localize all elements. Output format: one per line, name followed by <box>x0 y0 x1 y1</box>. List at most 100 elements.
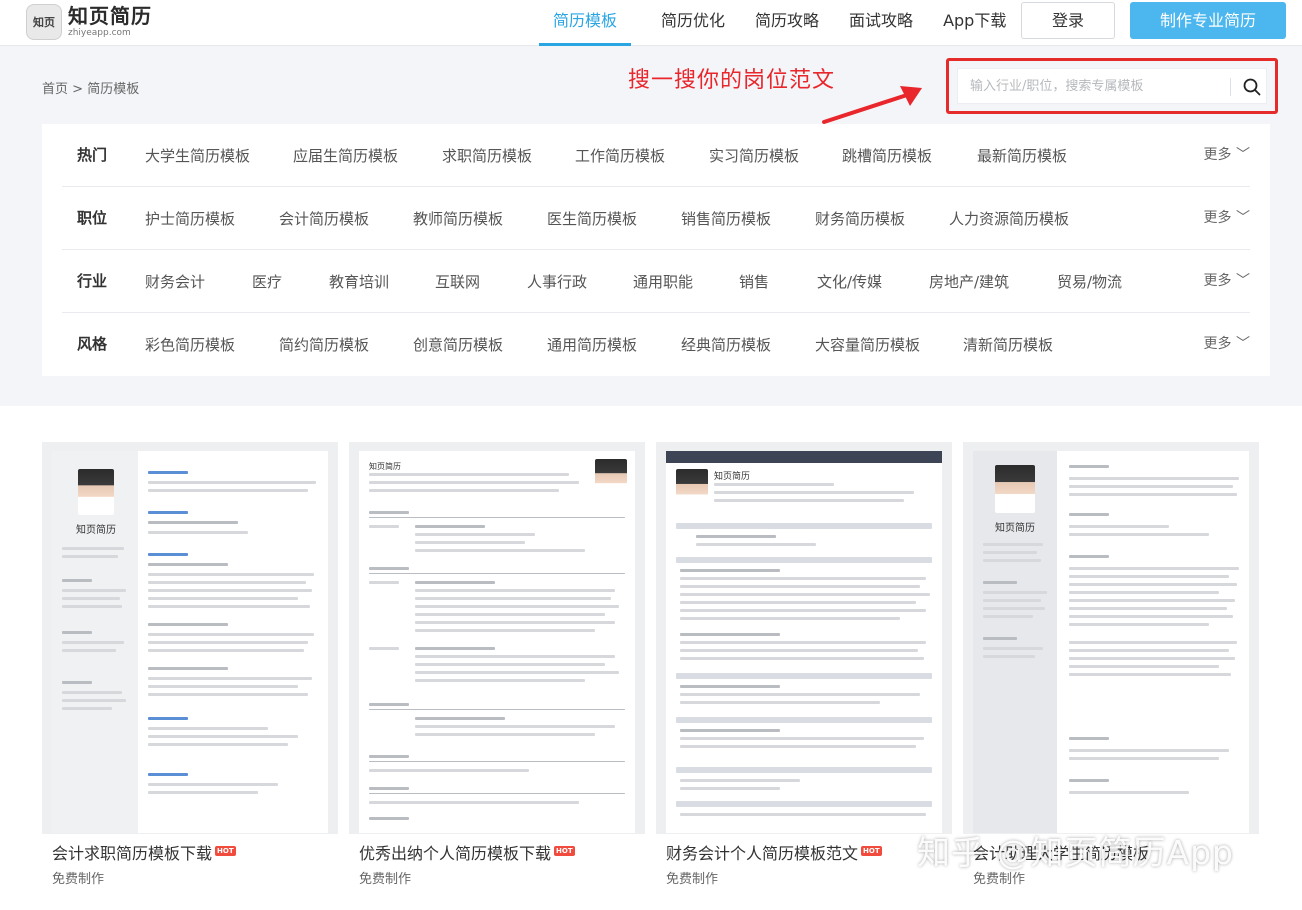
filter-option[interactable]: 教师简历模板 <box>413 208 503 229</box>
resume-name: 知页简历 <box>369 462 401 471</box>
resume-photo <box>595 459 627 499</box>
template-thumbnail[interactable]: 知页简历 <box>963 442 1259 834</box>
search-icon[interactable] <box>1240 75 1264 99</box>
filter-more-button[interactable]: 更多 ﹀ <box>1204 144 1250 164</box>
filter-option[interactable]: 最新简历模板 <box>977 145 1067 166</box>
template-card[interactable]: 知页简历 <box>656 442 952 902</box>
filter-option[interactable]: 清新简历模板 <box>963 334 1053 355</box>
filter-label: 行业 <box>77 272 108 290</box>
filter-option[interactable]: 销售简历模板 <box>681 208 771 229</box>
resume-preview: 知页简历 <box>359 451 635 833</box>
site-logo[interactable]: 知页 知页简历 zhiyeapp.com <box>26 4 152 40</box>
filter-option[interactable]: 财务简历模板 <box>815 208 905 229</box>
filter-label: 职位 <box>77 209 108 227</box>
main-nav: 简历模板 简历优化 简历攻略 面试攻略 App下载 <box>539 0 1036 46</box>
template-subtitle: 免费制作 <box>52 872 105 887</box>
breadcrumb: 首页 > 简历模板 <box>42 78 139 97</box>
more-label: 更多 <box>1203 273 1232 289</box>
filter-option[interactable]: 大学生简历模板 <box>145 145 250 166</box>
chevron-down-icon: ﹀ <box>1231 210 1250 226</box>
nav-resume-optimize[interactable]: 简历优化 <box>661 0 725 46</box>
filter-option[interactable]: 人力资源简历模板 <box>949 208 1069 229</box>
resume-photo <box>676 469 708 511</box>
filter-option[interactable]: 贸易/物流 <box>1057 271 1122 292</box>
filter-option[interactable]: 会计简历模板 <box>279 208 369 229</box>
make-resume-button[interactable]: 制作专业简历 <box>1130 2 1286 39</box>
template-card[interactable]: 知页简历 <box>349 442 645 902</box>
template-thumbnail[interactable]: 知页简历 <box>656 442 952 834</box>
search-bar <box>957 68 1267 104</box>
filter-option[interactable]: 互联网 <box>435 271 480 292</box>
filter-panel: 热门 大学生简历模板 应届生简历模板 求职简历模板 工作简历模板 实习简历模板 … <box>42 124 1270 376</box>
filter-option[interactable]: 医生简历模板 <box>547 208 637 229</box>
logo-mark: 知页 <box>26 4 62 40</box>
filter-option[interactable]: 财务会计 <box>145 271 205 292</box>
filter-option[interactable]: 彩色简历模板 <box>145 334 235 355</box>
template-title[interactable]: 会计求职简历模板下载 HOT <box>52 840 236 864</box>
template-thumbnail[interactable]: 知页简历 <box>42 442 338 834</box>
nav-resume-templates[interactable]: 简历模板 <box>539 0 632 46</box>
breadcrumb-separator: > <box>72 82 84 97</box>
filter-option[interactable]: 大容量简历模板 <box>815 334 920 355</box>
hot-badge: HOT <box>554 846 575 856</box>
filter-option[interactable]: 实习简历模板 <box>709 145 799 166</box>
filter-option[interactable]: 人事行政 <box>527 271 587 292</box>
filter-more-button[interactable]: 更多 ﹀ <box>1204 333 1250 353</box>
resume-name: 知页简历 <box>995 523 1035 534</box>
template-title-text: 财务会计个人简历模板范文 <box>666 844 859 863</box>
filter-label: 热门 <box>77 146 108 164</box>
filter-option[interactable]: 经典简历模板 <box>681 334 771 355</box>
template-title-text: 会计求职简历模板下载 <box>52 844 213 863</box>
template-card[interactable]: 知页简历 <box>42 442 338 902</box>
chevron-down-icon: ﹀ <box>1231 147 1250 163</box>
filter-option[interactable]: 通用职能 <box>633 271 693 292</box>
filter-more-button[interactable]: 更多 ﹀ <box>1204 207 1250 227</box>
nav-app-download[interactable]: App下载 <box>943 0 1006 46</box>
resume-preview: 知页简历 <box>52 451 328 833</box>
filter-option[interactable]: 求职简历模板 <box>442 145 532 166</box>
breadcrumb-current: 简历模板 <box>87 82 140 97</box>
chevron-down-icon: ﹀ <box>1231 273 1250 289</box>
template-title[interactable]: 财务会计个人简历模板范文 HOT <box>666 840 882 864</box>
filter-option[interactable]: 简约简历模板 <box>279 334 369 355</box>
template-subtitle: 免费制作 <box>666 872 719 887</box>
filter-option[interactable]: 文化/传媒 <box>817 271 882 292</box>
annotation-arrow-icon <box>822 86 922 124</box>
resume-photo <box>995 465 1035 513</box>
filter-row-position: 职位 护士简历模板 会计简历模板 教师简历模板 医生简历模板 销售简历模板 财务… <box>62 187 1250 250</box>
filter-more-button[interactable]: 更多 ﹀ <box>1204 270 1250 290</box>
filter-option[interactable]: 医疗 <box>252 271 282 292</box>
chevron-down-icon: ﹀ <box>1231 336 1250 352</box>
nav-interview-guide[interactable]: 面试攻略 <box>849 0 913 46</box>
more-label: 更多 <box>1203 210 1232 226</box>
filter-option[interactable]: 销售 <box>739 271 769 292</box>
filter-label: 风格 <box>77 335 108 353</box>
logo-domain: zhiyeapp.com <box>68 28 131 38</box>
filter-option[interactable]: 通用简历模板 <box>547 334 637 355</box>
top-header: 知页 知页简历 zhiyeapp.com 简历模板 简历优化 简历攻略 面试攻略… <box>0 0 1302 46</box>
login-button[interactable]: 登录 <box>1021 2 1115 39</box>
template-title[interactable]: 优秀出纳个人简历模板下载 HOT <box>359 840 575 864</box>
more-label: 更多 <box>1203 147 1232 163</box>
filter-option[interactable]: 工作简历模板 <box>575 145 665 166</box>
breadcrumb-home[interactable]: 首页 <box>42 82 68 97</box>
hot-badge: HOT <box>861 846 882 856</box>
filter-option[interactable]: 应届生简历模板 <box>293 145 398 166</box>
filter-option[interactable]: 教育培训 <box>329 271 389 292</box>
logo-text: 知页简历 zhiyeapp.com <box>68 5 152 39</box>
filter-row-style: 风格 彩色简历模板 简约简历模板 创意简历模板 通用简历模板 经典简历模板 大容… <box>62 313 1250 376</box>
filter-option[interactable]: 跳槽简历模板 <box>842 145 932 166</box>
template-title-text: 优秀出纳个人简历模板下载 <box>359 844 552 863</box>
search-input[interactable] <box>970 69 1220 103</box>
logo-name: 知页简历 <box>68 4 152 28</box>
resume-preview: 知页简历 <box>666 451 942 833</box>
template-subtitle: 免费制作 <box>359 872 412 887</box>
resume-name: 知页简历 <box>76 525 116 536</box>
nav-resume-guide[interactable]: 简历攻略 <box>755 0 819 46</box>
filter-row-industry: 行业 财务会计 医疗 教育培训 互联网 人事行政 通用职能 销售 文化/传媒 房… <box>62 250 1250 313</box>
filter-option[interactable]: 房地产/建筑 <box>929 271 1009 292</box>
template-thumbnail[interactable]: 知页简历 <box>349 442 645 834</box>
filter-option[interactable]: 创意简历模板 <box>413 334 503 355</box>
filter-row-hot: 热门 大学生简历模板 应届生简历模板 求职简历模板 工作简历模板 实习简历模板 … <box>62 124 1250 187</box>
filter-option[interactable]: 护士简历模板 <box>145 208 235 229</box>
